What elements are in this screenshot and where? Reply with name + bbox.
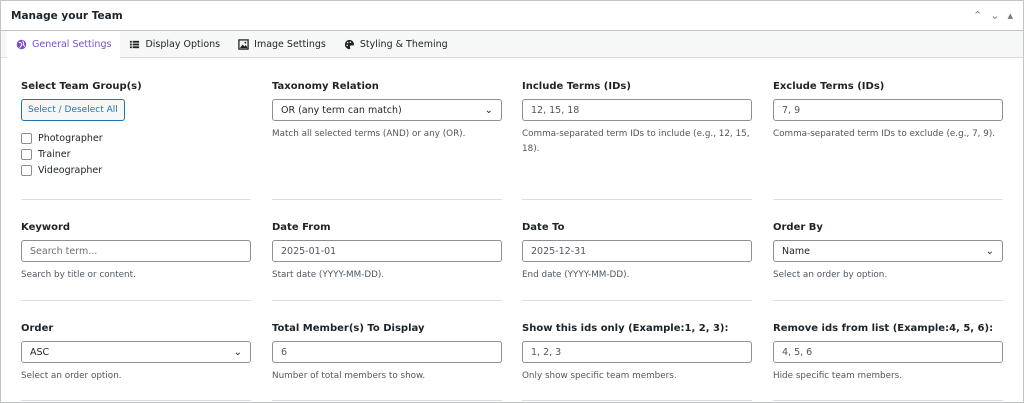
settings-tabs: General Settings Display Options Image S… [1, 31, 1023, 58]
remove-ids-label: Remove ids from list (Example:4, 5, 6): [773, 323, 994, 334]
checkbox-box[interactable] [21, 164, 32, 176]
tab-label: Display Options [145, 38, 221, 50]
date-to-field: Date To 2025-12-31 End date (YYYY-MM-DD)… [522, 222, 752, 283]
checkbox-label: Photographer [38, 132, 103, 144]
divider [522, 400, 752, 401]
divider [21, 300, 251, 301]
total-label: Total Member(s) To Display [272, 323, 425, 334]
tab-label: Image Settings [254, 38, 326, 50]
team-group-label: Select Team Group(s) [21, 81, 142, 92]
keyword-desc: Search by title or content. [21, 270, 136, 280]
divider [272, 400, 502, 401]
exclude-input[interactable]: 7, 9 [773, 99, 1003, 121]
chevron-down-icon: ⌄ [985, 245, 994, 257]
exclude-label: Exclude Terms (IDs) [773, 81, 885, 92]
divider [522, 199, 752, 200]
checkbox-label: Trainer [38, 148, 71, 160]
remove-ids-input[interactable]: 4, 5, 6 [773, 341, 1003, 363]
order-by-select[interactable]: Name ⌄ [773, 240, 1003, 262]
taxonomy-desc: Match all selected terms (AND) or any (O… [272, 129, 466, 139]
checkbox-videographer[interactable]: Videographer [21, 162, 251, 178]
order-desc: Select an order option. [21, 371, 122, 381]
palette-icon [344, 39, 354, 49]
divider [21, 199, 251, 200]
divider [21, 400, 251, 401]
date-to-desc: End date (YYYY-MM-DD). [522, 270, 630, 280]
chevron-down-icon: ⌄ [484, 104, 493, 116]
chevron-down-icon: ⌄ [233, 346, 242, 358]
keyword-label: Keyword [21, 222, 71, 233]
select-deselect-all-button[interactable]: Select / Deselect All [21, 99, 125, 121]
order-field: Order ASC ⌄ Select an order option. [21, 323, 251, 384]
exclude-desc: Comma-separated term IDs to exclude (e.g… [773, 129, 996, 139]
date-from-input[interactable]: 2025-01-01 [272, 240, 502, 262]
chevron-down-icon[interactable]: ⌄ [990, 9, 999, 22]
order-by-field: Order By Name ⌄ Select an order by option… [773, 222, 1003, 283]
remove-ids-desc: Hide specific team members. [773, 371, 903, 381]
show-ids-field: Show this ids only (Example:1, 2, 3): 1,… [522, 323, 752, 384]
divider [272, 199, 502, 200]
panel-title: Manage your Team [11, 9, 123, 22]
checkbox-box[interactable] [21, 132, 32, 144]
tab-display-options[interactable]: Display Options [120, 31, 229, 57]
divider [773, 400, 1003, 401]
date-from-desc: Start date (YYYY-MM-DD). [272, 270, 385, 280]
taxonomy-select[interactable]: OR (any term can match) ⌄ [272, 99, 502, 121]
show-ids-input[interactable]: 1, 2, 3 [522, 341, 752, 363]
tab-label: Styling & Theming [359, 38, 448, 50]
order-label: Order [21, 323, 54, 334]
divider [522, 300, 752, 301]
tab-image-settings[interactable]: Image Settings [229, 31, 335, 57]
globe-icon [16, 39, 27, 49]
order-by-desc: Select an order by option. [773, 270, 888, 280]
show-ids-desc: Only show specific team members. [522, 371, 677, 381]
tab-label: General Settings [32, 38, 112, 50]
divider [272, 300, 502, 301]
total-desc: Number of total members to show. [272, 371, 426, 381]
date-to-label: Date To [522, 222, 565, 233]
checkbox-box[interactable] [21, 148, 32, 160]
show-ids-label: Show this ids only (Example:1, 2, 3): [522, 323, 729, 334]
keyword-field: Keyword Search term... Search by title o… [21, 222, 251, 283]
tab-general-settings[interactable]: General Settings [7, 31, 121, 58]
image-icon [238, 38, 249, 50]
keyword-input[interactable]: Search term... [21, 240, 251, 262]
total-input[interactable]: 6 [272, 341, 502, 363]
select-value: Name [782, 245, 811, 257]
divider [773, 199, 1003, 200]
date-from-label: Date From [272, 222, 331, 233]
checkbox-label: Videographer [38, 164, 103, 176]
tab-styling-theming[interactable]: Styling & Theming [335, 31, 457, 57]
taxonomy-field: Taxonomy Relation OR (any term can match… [272, 81, 502, 142]
collapse-icon[interactable]: ▴ [1007, 9, 1013, 22]
checkbox-trainer[interactable]: Trainer [21, 146, 251, 162]
date-from-field: Date From 2025-01-01 Start date (YYYY-MM… [272, 222, 502, 283]
total-field: Total Member(s) To Display 6 Number of t… [272, 323, 502, 384]
panel-header: Manage your Team ⌃ ⌄ ▴ [1, 1, 1023, 31]
order-select[interactable]: ASC ⌄ [21, 341, 251, 363]
team-group-field: Select Team Group(s) Select / Deselect A… [21, 81, 251, 178]
select-value: OR (any term can match) [281, 104, 402, 116]
chevron-up-icon[interactable]: ⌃ [973, 9, 982, 22]
include-input[interactable]: 12, 15, 18 [522, 99, 752, 121]
include-field: Include Terms (IDs) 12, 15, 18 Comma-sep… [522, 81, 752, 157]
include-label: Include Terms (IDs) [522, 81, 631, 92]
taxonomy-label: Taxonomy Relation [272, 81, 379, 92]
list-icon [130, 40, 140, 48]
include-desc: Comma-separated term IDs to include (e.g… [522, 129, 750, 154]
order-by-label: Order By [773, 222, 823, 233]
select-value: ASC [30, 346, 50, 358]
divider [773, 300, 1003, 301]
exclude-field: Exclude Terms (IDs) 7, 9 Comma-separated… [773, 81, 1003, 142]
panel-toggles: ⌃ ⌄ ▴ [973, 9, 1013, 22]
remove-ids-field: Remove ids from list (Example:4, 5, 6): … [773, 323, 1003, 384]
date-to-input[interactable]: 2025-12-31 [522, 240, 752, 262]
checkbox-photographer[interactable]: Photographer [21, 130, 251, 146]
